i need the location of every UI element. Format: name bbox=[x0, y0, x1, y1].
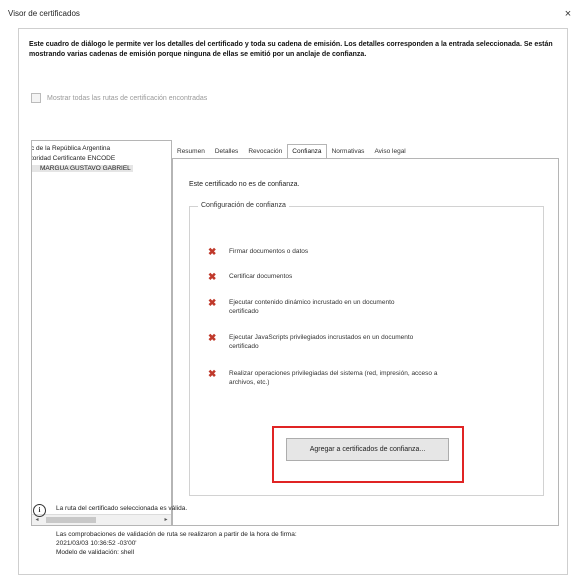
permission-label: Realizar operaciones privilegiadas del s… bbox=[229, 370, 438, 386]
permission-label: Firmar documentos o datos bbox=[229, 248, 309, 255]
permission-item: ✖ Ejecutar JavaScripts privilegiados inc… bbox=[208, 334, 429, 351]
red-x-icon: ✖ bbox=[208, 272, 217, 283]
tab-revocacion[interactable]: Revocación bbox=[243, 144, 287, 158]
trust-panel: Este certificado no es de confianza. Con… bbox=[172, 158, 559, 526]
scroll-thumb[interactable] bbox=[46, 517, 96, 523]
info-icon: i bbox=[33, 504, 46, 517]
permission-label: Certificar documentos bbox=[229, 273, 293, 280]
permission-item: ✖ Firmar documentos o datos bbox=[208, 247, 499, 258]
trust-status: Este certificado no es de confianza. bbox=[189, 181, 300, 188]
window-title: Visor de certificados bbox=[8, 9, 80, 18]
tab-resumen[interactable]: Resumen bbox=[172, 144, 210, 158]
tree-item-root[interactable]: c de la República Argentina bbox=[32, 145, 110, 152]
permission-item: ✖ Ejecutar contenido dinámico incrustado… bbox=[208, 299, 419, 316]
tree-item-intermediate[interactable]: toridad Certificante ENCODE bbox=[32, 155, 115, 162]
validation-note: Las comprobaciones de validación de ruta… bbox=[56, 531, 297, 538]
show-all-paths-label: Mostrar todas las rutas de certificación… bbox=[47, 94, 208, 102]
validation-timestamp: 2021/03/03 10:36:52 -03'00' bbox=[56, 540, 137, 547]
tree-item-selected[interactable]: MARGUA GUSTAVO GABRIEL bbox=[32, 165, 133, 172]
intro-text: Este cuadro de diálogo le permite ver lo… bbox=[29, 41, 553, 58]
trust-settings-group: Configuración de confianza ✖ Firmar docu… bbox=[189, 202, 544, 496]
tab-normativas[interactable]: Normativas bbox=[327, 144, 370, 158]
title-bar: Visor de certificados × bbox=[0, 0, 579, 28]
add-to-trusted-button[interactable]: Agregar a certificados de confianza... bbox=[286, 438, 449, 461]
certificate-chain-tree[interactable]: c de la República Argentina toridad Cert… bbox=[31, 140, 172, 526]
tree-horizontal-scrollbar[interactable]: ◂ ▸ bbox=[32, 514, 171, 525]
permission-label: Ejecutar JavaScripts privilegiados incru… bbox=[229, 334, 414, 350]
tab-aviso-legal[interactable]: Aviso legal bbox=[369, 144, 410, 158]
tab-confianza[interactable]: Confianza bbox=[287, 144, 327, 158]
validation-details: Las comprobaciones de validación de ruta… bbox=[56, 530, 297, 557]
show-all-paths-checkbox[interactable] bbox=[31, 93, 41, 103]
close-button[interactable]: × bbox=[557, 4, 579, 24]
red-x-icon: ✖ bbox=[208, 247, 217, 258]
tab-bar: Resumen Detalles Revocación Confianza No… bbox=[172, 144, 411, 158]
permission-item: ✖ Realizar operaciones privilegiadas del… bbox=[208, 370, 449, 387]
trust-settings-title: Configuración de confianza bbox=[198, 202, 289, 209]
red-x-icon: ✖ bbox=[208, 298, 217, 309]
red-x-icon: ✖ bbox=[208, 333, 217, 344]
path-status: La ruta del certificado seleccionada es … bbox=[56, 505, 188, 512]
permission-item: ✖ Certificar documentos bbox=[208, 272, 499, 283]
permission-label: Ejecutar contenido dinámico incrustado e… bbox=[229, 299, 395, 315]
validation-model: Modelo de validación: shell bbox=[56, 549, 135, 556]
scroll-right-icon[interactable]: ▸ bbox=[161, 515, 171, 525]
red-x-icon: ✖ bbox=[208, 369, 217, 380]
tab-detalles[interactable]: Detalles bbox=[210, 144, 243, 158]
certificate-viewer-dialog: Este cuadro de diálogo le permite ver lo… bbox=[18, 28, 568, 575]
show-all-paths-option: Mostrar todas las rutas de certificación… bbox=[31, 91, 207, 105]
